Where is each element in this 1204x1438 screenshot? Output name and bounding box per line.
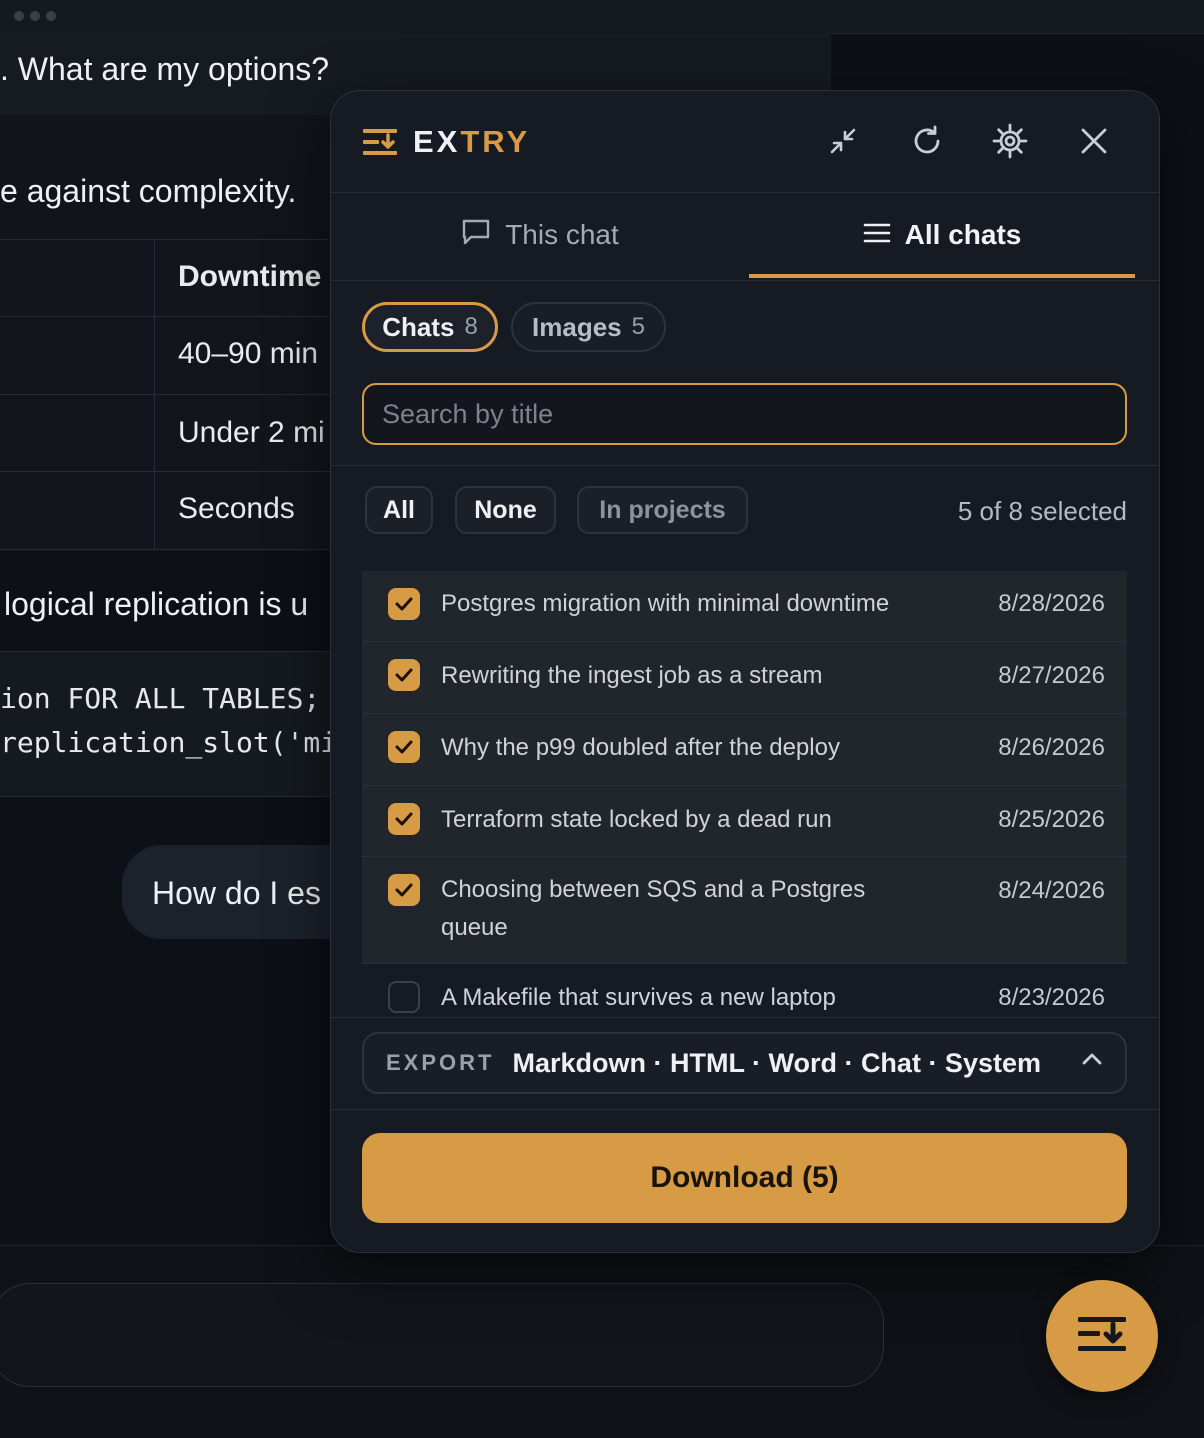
- chat-date: 8/28/2026: [998, 590, 1105, 617]
- list-item[interactable]: Rewriting the ingest job as a stream 8/2…: [362, 642, 1127, 714]
- tab-all-chats-label: All chats: [904, 219, 1022, 250]
- pill-images[interactable]: Images 5: [511, 302, 666, 352]
- select-none-button[interactable]: None: [455, 486, 556, 534]
- window-close-dot[interactable]: [14, 11, 24, 21]
- message-input[interactable]: [0, 1283, 884, 1387]
- chat-date: 8/24/2026: [998, 877, 1105, 904]
- selection-count: 5 of 8 selected: [957, 496, 1127, 526]
- minimize-icon[interactable]: [823, 121, 863, 161]
- chat-date: 8/27/2026: [998, 662, 1105, 689]
- select-in-projects-button[interactable]: In projects: [577, 486, 748, 534]
- code-line: replication_slot('mi: [0, 726, 338, 759]
- search-input[interactable]: [362, 383, 1127, 445]
- checkmark-icon: [395, 668, 413, 682]
- list-item[interactable]: Choosing between SQS and a Postgres queu…: [362, 857, 1127, 964]
- export-label: EXPORT: [386, 1050, 495, 1075]
- chat-title: Choosing between SQS and a Postgres queu…: [441, 876, 866, 941]
- close-icon[interactable]: [1074, 121, 1114, 161]
- assistant-text-line: e against complexity.: [0, 173, 297, 209]
- table-border: [0, 549, 330, 550]
- pill-chats-label: Chats: [382, 311, 455, 342]
- checkbox[interactable]: [388, 659, 420, 691]
- extry-fab-button[interactable]: [1046, 1280, 1158, 1392]
- download-button[interactable]: Download (5): [362, 1133, 1127, 1223]
- divider: [331, 1017, 1159, 1018]
- table-cell: Seconds: [178, 492, 295, 525]
- brand-name: EXTRY: [413, 124, 530, 160]
- table-border: [0, 471, 330, 472]
- checkmark-icon: [395, 740, 413, 754]
- assistant-text-line: logical replication is u: [4, 586, 309, 622]
- checkbox[interactable]: [388, 731, 420, 763]
- code-block: [0, 651, 330, 797]
- tab-all-chats[interactable]: All chats: [749, 192, 1135, 278]
- table-border: [0, 316, 330, 317]
- chat-title: Terraform state locked by a dead run: [441, 806, 832, 833]
- checkbox[interactable]: [388, 981, 420, 1013]
- table-border: [154, 239, 155, 549]
- export-format-selector[interactable]: EXPORT Markdown · HTML · Word · Chat · S…: [362, 1032, 1127, 1094]
- chat-title: Postgres migration with minimal downtime: [441, 590, 890, 617]
- checkmark-icon: [395, 883, 413, 897]
- checkbox[interactable]: [388, 588, 420, 620]
- checkbox[interactable]: [388, 874, 420, 906]
- table-cell: 40–90 min: [178, 337, 319, 370]
- extry-logo-icon: [1078, 1314, 1126, 1359]
- chat-date: 8/23/2026: [998, 984, 1105, 1011]
- brand-ex: EX: [413, 124, 461, 159]
- select-all-button[interactable]: All: [365, 486, 433, 534]
- pill-chats[interactable]: Chats 8: [362, 302, 498, 352]
- tab-this-chat[interactable]: This chat: [331, 192, 749, 278]
- code-line: ion FOR ALL TABLES;: [0, 682, 321, 715]
- chat-title: Rewriting the ingest job as a stream: [441, 662, 823, 689]
- chat-title: A Makefile that survives a new laptop: [441, 984, 836, 1011]
- window-minimize-dot[interactable]: [30, 11, 40, 21]
- refresh-icon[interactable]: [907, 121, 947, 161]
- list-item[interactable]: Terraform state locked by a dead run 8/2…: [362, 786, 1127, 857]
- chat-bubble-icon: [461, 218, 491, 253]
- extry-logo-icon: [363, 127, 397, 162]
- checkmark-icon: [395, 597, 413, 611]
- user-message-text: How do I es: [152, 875, 321, 911]
- table-cell: Under 2 mi: [178, 416, 325, 449]
- divider: [331, 465, 1159, 466]
- assistant-text-line: . What are my options?: [0, 51, 330, 87]
- chat-date: 8/25/2026: [998, 806, 1105, 833]
- export-formats: Markdown · HTML · Word · Chat · System: [512, 1047, 1041, 1078]
- divider: [331, 1109, 1159, 1110]
- chat-title: Why the p99 doubled after the deploy: [441, 734, 840, 761]
- window-zoom-dot[interactable]: [46, 11, 56, 21]
- checkbox[interactable]: [388, 803, 420, 835]
- brand-try: TRY: [460, 124, 531, 159]
- chat-list: Postgres migration with minimal downtime…: [362, 571, 1127, 1017]
- table-border: [0, 394, 330, 395]
- list-item[interactable]: A Makefile that survives a new laptop 8/…: [362, 964, 1127, 1017]
- list-item[interactable]: Why the p99 doubled after the deploy 8/2…: [362, 714, 1127, 786]
- pill-images-count: 5: [631, 313, 645, 340]
- list-item[interactable]: Postgres migration with minimal downtime…: [362, 571, 1127, 642]
- active-tab-indicator: [749, 274, 1135, 278]
- pill-chats-count: 8: [464, 313, 478, 340]
- chevron-up-icon: [1081, 1052, 1103, 1071]
- checkmark-icon: [395, 812, 413, 826]
- table-header-cell: Downtime: [178, 260, 322, 293]
- tab-this-chat-label: This chat: [505, 219, 619, 250]
- gear-icon[interactable]: [990, 121, 1030, 161]
- window-titlebar: [0, 0, 1204, 34]
- extry-panel: EXTRY This chat All chats Chats 8 Images…: [330, 90, 1160, 1253]
- table-border: [0, 239, 330, 240]
- list-icon: [863, 219, 891, 251]
- panel-header: EXTRY: [331, 91, 1159, 193]
- scope-tabs: This chat All chats: [331, 192, 1159, 281]
- pill-images-label: Images: [532, 311, 622, 342]
- chat-date: 8/26/2026: [998, 734, 1105, 761]
